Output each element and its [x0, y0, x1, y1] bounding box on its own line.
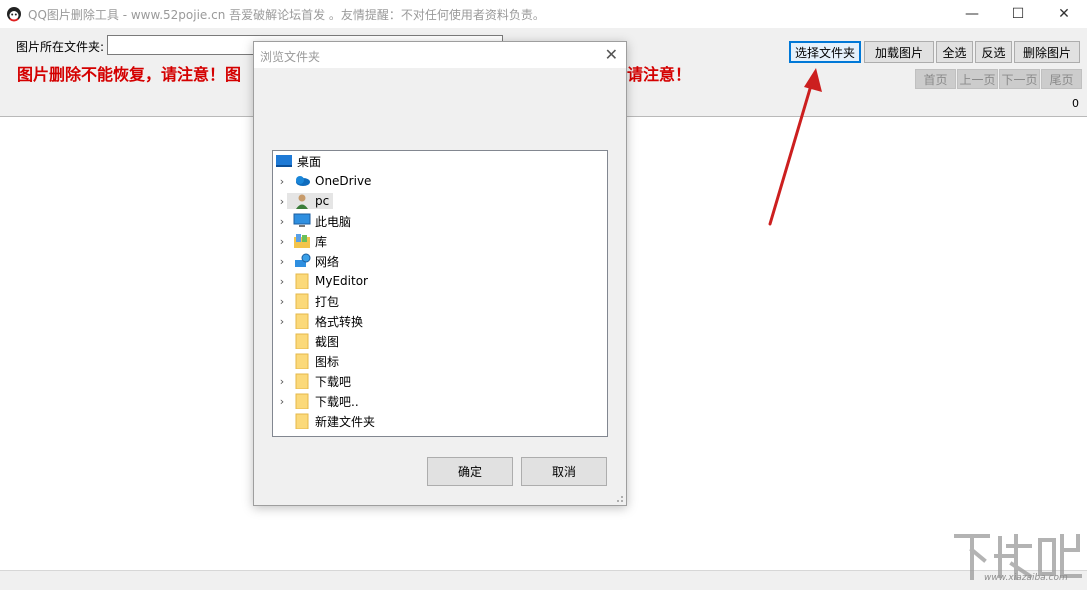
resize-grip-icon[interactable]: [614, 493, 624, 503]
expand-chevron-icon[interactable]: ›: [277, 235, 287, 248]
image-count: 0: [1072, 97, 1079, 110]
prev-page-button[interactable]: 上一页: [957, 69, 998, 89]
tree-item-folder[interactable]: 图标: [277, 351, 339, 371]
dialog-title: 浏览文件夹: [260, 50, 321, 64]
computer-icon: [293, 213, 311, 227]
cancel-button[interactable]: 取消: [521, 457, 607, 486]
tree-item-desktop[interactable]: 桌面: [275, 151, 321, 171]
folder-icon: [295, 353, 309, 369]
delete-images-button[interactable]: 删除图片: [1014, 41, 1080, 63]
user-icon: [296, 194, 308, 209]
app-logo-icon: [7, 7, 21, 22]
expand-chevron-icon[interactable]: ›: [277, 195, 287, 208]
expand-chevron-icon[interactable]: ›: [277, 315, 287, 328]
folder-icon: [295, 333, 309, 349]
last-page-button[interactable]: 尾页: [1041, 69, 1082, 89]
tree-item-label: 截图: [315, 334, 340, 349]
expand-chevron-icon[interactable]: ›: [277, 275, 287, 288]
expand-chevron-icon[interactable]: ›: [277, 175, 287, 188]
tree-item-network[interactable]: › 网络: [277, 251, 339, 271]
status-bar: [0, 570, 1087, 590]
tree-item-folder[interactable]: › MyEditor: [277, 271, 368, 291]
folder-label: 图片所在文件夹:: [16, 40, 105, 54]
tree-item-label: 格式转换: [315, 314, 364, 329]
expand-chevron-icon[interactable]: ›: [277, 395, 287, 408]
tree-item-onedrive[interactable]: › OneDrive: [277, 171, 372, 191]
browse-folder-dialog: 浏览文件夹 ✕ 桌面 › OneDrive › pc › 此电脑 › 库 › 网…: [253, 41, 627, 506]
watermark-url: www.xiazaiba.com: [984, 573, 1068, 583]
folder-icon: [295, 273, 309, 289]
tree-item-label: pc: [315, 194, 330, 208]
library-icon: [294, 234, 310, 248]
tree-item-label: 新建文件夹: [315, 414, 376, 429]
first-page-button[interactable]: 首页: [915, 69, 956, 89]
folder-icon: [295, 413, 309, 429]
dialog-close-button[interactable]: ✕: [605, 45, 618, 64]
tree-item-pc-user[interactable]: › pc: [277, 191, 334, 211]
tree-item-folder[interactable]: 新建文件夹: [277, 411, 375, 431]
expand-chevron-icon[interactable]: ›: [277, 255, 287, 268]
next-page-button[interactable]: 下一页: [999, 69, 1040, 89]
tree-item-label: 图标: [315, 354, 340, 369]
tree-item-library[interactable]: › 库: [277, 231, 327, 251]
folder-tree[interactable]: 桌面 › OneDrive › pc › 此电脑 › 库 › 网络 › MyEd…: [272, 150, 608, 437]
dialog-title-bar: 浏览文件夹 ✕: [254, 42, 626, 68]
warning-text: 图片删除不能恢复，请注意！图: [17, 65, 242, 84]
tree-item-label: 下载吧: [315, 374, 352, 389]
tree-item-folder[interactable]: › 打包: [277, 291, 339, 311]
cloud-icon: [296, 176, 310, 186]
tree-item-label: OneDrive: [315, 174, 372, 188]
expand-chevron-icon[interactable]: ›: [277, 295, 287, 308]
invert-selection-button[interactable]: 反选: [975, 41, 1012, 63]
close-button[interactable]: ✕: [1041, 0, 1087, 28]
annotation-arrow-icon: [768, 68, 822, 226]
tree-item-label: MyEditor: [315, 274, 368, 288]
tree-item-folder[interactable]: 截图: [277, 331, 339, 351]
tree-item-label: 下载吧..: [315, 394, 359, 409]
title-bar: QQ图片删除工具 - www.52pojie.cn 吾爱破解论坛首发 。友情提醒…: [0, 0, 1087, 29]
tree-item-folder[interactable]: › 下载吧..: [277, 391, 359, 411]
minimize-button[interactable]: —: [949, 0, 995, 28]
expand-chevron-icon[interactable]: ›: [277, 375, 287, 388]
load-images-button[interactable]: 加载图片: [864, 41, 934, 63]
desktop-icon: [276, 155, 292, 167]
ok-button[interactable]: 确定: [427, 457, 513, 486]
tree-item-label: 此电脑: [315, 214, 352, 229]
expand-chevron-icon[interactable]: ›: [277, 215, 287, 228]
tree-item-label: 库: [315, 234, 328, 249]
tree-item-label: 打包: [315, 294, 340, 309]
tree-item-label: 网络: [315, 254, 340, 269]
folder-icon: [295, 393, 309, 409]
folder-icon: [295, 373, 309, 389]
maximize-button[interactable]: ☐: [995, 0, 1041, 28]
window-title: QQ图片删除工具 - www.52pojie.cn 吾爱破解论坛首发 。友情提醒…: [28, 8, 545, 22]
folder-icon: [295, 293, 309, 309]
tree-item-folder[interactable]: › 下载吧: [277, 371, 351, 391]
network-icon: [295, 253, 311, 267]
warning-text-tail: 请注意！: [627, 65, 692, 84]
tree-item-label: 桌面: [297, 154, 322, 169]
tree-item-folder[interactable]: › 格式转换: [277, 311, 363, 331]
tree-item-this-pc[interactable]: › 此电脑: [277, 211, 351, 231]
select-all-button[interactable]: 全选: [936, 41, 973, 63]
folder-icon: [295, 313, 309, 329]
